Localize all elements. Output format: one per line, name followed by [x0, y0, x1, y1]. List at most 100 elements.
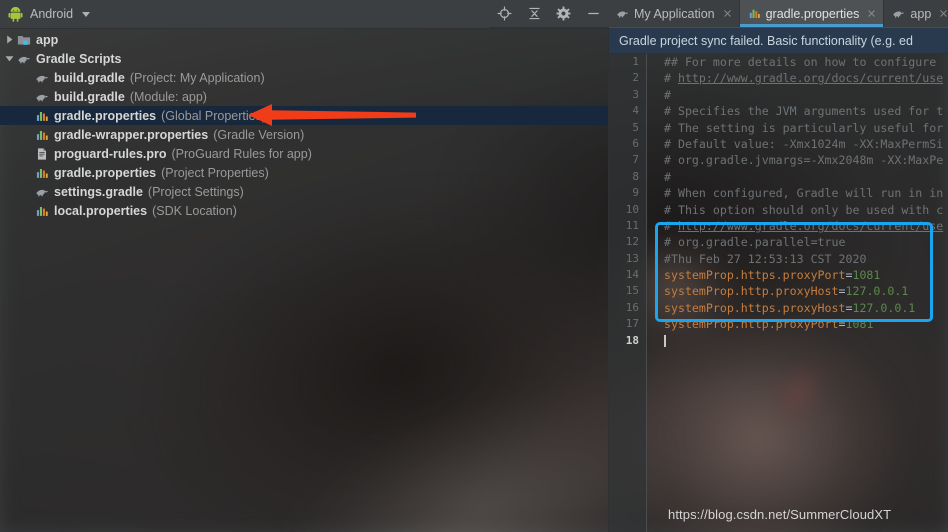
- code-line-15: systemProp.http.proxyHost=127.0.0.1: [664, 284, 909, 299]
- tree-twisty-expanded-icon[interactable]: [4, 53, 15, 64]
- tree-twisty-none: [22, 205, 33, 216]
- tree-item-name: settings.gradle: [54, 184, 143, 199]
- tree-item-gradle-wrapper-properties[interactable]: gradle-wrapper.properties (Gradle Version…: [0, 125, 608, 144]
- editor-tab-label: My Application: [634, 6, 715, 21]
- tree-item-name: build.gradle: [54, 89, 125, 104]
- code-line-5: # The setting is particularly useful for: [664, 120, 944, 135]
- tree-item-hint: (Project Settings): [147, 184, 244, 199]
- tree-item-hint: (Gradle Version): [213, 127, 305, 142]
- project-tool-window: Android app Gradle Scripts build.gradle (Pr…: [0, 0, 608, 532]
- text-caret: [664, 334, 666, 347]
- watermark: https://blog.csdn.net/SummerCloudXT: [668, 507, 892, 522]
- gradle-elephant-icon: [18, 56, 30, 63]
- tree-item-hint: (Project Properties): [161, 165, 269, 180]
- gradle-elephant-icon: [36, 189, 48, 196]
- tree-twisty-none: [22, 72, 33, 83]
- tree-item-name: app: [36, 32, 59, 47]
- tree-item-app[interactable]: app: [0, 30, 608, 49]
- code-line-16: systemProp.https.proxyHost=127.0.0.1: [664, 300, 916, 315]
- editor-tab-gradle-properties[interactable]: gradle.properties: [739, 0, 885, 27]
- tree-item-name: build.gradle: [54, 70, 125, 85]
- close-icon[interactable]: [938, 8, 948, 19]
- tree-twisty-none: [22, 129, 33, 140]
- tree-twisty-none: [22, 186, 33, 197]
- line-number: 16: [625, 300, 639, 314]
- chevron-down-icon[interactable]: [82, 11, 91, 17]
- line-number: 2: [632, 71, 639, 85]
- line-number: 6: [632, 136, 639, 150]
- code-line-17: systemProp.http.proxyPort=1081: [664, 317, 874, 332]
- gradle-elephant-icon: [893, 11, 905, 18]
- line-number: 10: [625, 202, 639, 216]
- tree-item-proguard-rules-pro[interactable]: proguard-rules.pro (ProGuard Rules for ap…: [0, 144, 608, 163]
- tree-twisty-none: [22, 91, 33, 102]
- line-number: 3: [632, 87, 639, 101]
- line-number: 11: [625, 218, 639, 232]
- code-line-13: #Thu Feb 27 12:53:13 CST 2020: [664, 251, 867, 266]
- text-file-icon: [37, 147, 47, 160]
- tree-item-name: local.properties: [54, 203, 148, 218]
- project-panel-title: Android: [30, 7, 74, 21]
- properties-file-icon: [36, 130, 48, 140]
- tree-item-name: gradle-wrapper.properties: [54, 127, 209, 142]
- tree-item-settings-gradle[interactable]: settings.gradle (Project Settings): [0, 182, 608, 201]
- line-number: 14: [625, 268, 639, 282]
- project-panel-toolbar: [490, 0, 608, 28]
- collapse-all-icon[interactable]: [523, 3, 545, 25]
- code-line-8: #: [664, 169, 671, 184]
- properties-file-icon: [36, 111, 48, 121]
- editor-pane: My Application gradle.properties app Gradl…: [608, 0, 948, 532]
- close-icon[interactable]: [866, 8, 877, 19]
- doc-url-link[interactable]: http://www.gradle.org/docs/current/use: [678, 71, 943, 85]
- code-content[interactable]: ## For more details on how to configure …: [664, 54, 948, 532]
- tree-item-local-properties[interactable]: local.properties (SDK Location): [0, 201, 608, 220]
- code-line-6: # Default value: -Xmx1024m -XX:MaxPermSi: [664, 136, 944, 151]
- tree-item-gradle-properties[interactable]: gradle.properties (Project Properties): [0, 163, 608, 182]
- editor-tab-label: app: [910, 6, 932, 21]
- panel-divider[interactable]: [608, 27, 609, 532]
- code-line-9: # When configured, Gradle will run in in: [664, 186, 944, 201]
- minimize-icon[interactable]: [582, 3, 604, 25]
- tree-twisty-none: [22, 110, 33, 121]
- code-line-1: ## For more details on how to configure: [664, 55, 944, 69]
- gradle-elephant-icon: [617, 11, 628, 18]
- editor-tab-my-application[interactable]: My Application: [608, 0, 740, 27]
- line-number: 4: [632, 104, 639, 118]
- code-line-18: [664, 333, 948, 349]
- tree-item-hint: (SDK Location): [152, 203, 237, 218]
- line-number: 1: [632, 55, 639, 68]
- line-number-gutter: 1 2 3 4 5 6 7 8 9 10 11 12 13 14 15 16 17 18: [608, 54, 647, 532]
- sync-failed-banner: Gradle project sync failed. Basic functi…: [608, 27, 948, 54]
- editor-tab-bar[interactable]: My Application gradle.properties app: [608, 0, 948, 27]
- tree-item-build-gradle[interactable]: build.gradle (Project: My Application): [0, 68, 608, 87]
- code-line-14: systemProp.https.proxyPort=1081: [664, 268, 881, 283]
- tree-item-name: gradle.properties: [54, 165, 157, 180]
- gradle-elephant-icon: [36, 94, 48, 101]
- tree-item-hint: (Module: app): [129, 89, 207, 104]
- line-number: 9: [632, 186, 639, 200]
- editor-tab-app[interactable]: app: [884, 0, 948, 27]
- sync-failed-banner-text: Gradle project sync failed. Basic functi…: [619, 33, 913, 48]
- line-number: 5: [632, 120, 639, 134]
- close-icon[interactable]: [722, 8, 733, 19]
- code-line-7: # org.gradle.jvmargs=-Xmx2048m -XX:MaxPe: [664, 153, 944, 168]
- line-number: 8: [632, 169, 639, 183]
- line-number: 13: [625, 251, 639, 265]
- module-folder-icon: [17, 35, 31, 45]
- properties-file-icon: [749, 9, 760, 19]
- gear-icon[interactable]: [553, 3, 575, 25]
- tree-item-name: gradle.properties: [54, 108, 157, 123]
- crosshair-target-icon[interactable]: [494, 3, 516, 25]
- tree-twisty-collapsed-icon[interactable]: [4, 34, 15, 45]
- code-editor[interactable]: 1 2 3 4 5 6 7 8 9 10 11 12 13 14 15 16 17 18 ## For more …: [608, 54, 948, 532]
- android-robot-icon: [8, 6, 23, 22]
- tree-item-name: proguard-rules.pro: [54, 146, 167, 161]
- tree-item-hint: (Project: My Application): [129, 70, 265, 85]
- gradle-elephant-icon: [36, 75, 48, 82]
- red-annotation-arrow: [248, 104, 416, 126]
- tree-item-gradle-scripts[interactable]: Gradle Scripts: [0, 49, 608, 68]
- code-line-10: # This option should only be used with c: [664, 202, 944, 217]
- code-line-3: #: [664, 87, 671, 102]
- doc-url-link[interactable]: http://www.gradle.org/docs/current/use: [678, 219, 943, 233]
- line-number: 7: [632, 153, 639, 167]
